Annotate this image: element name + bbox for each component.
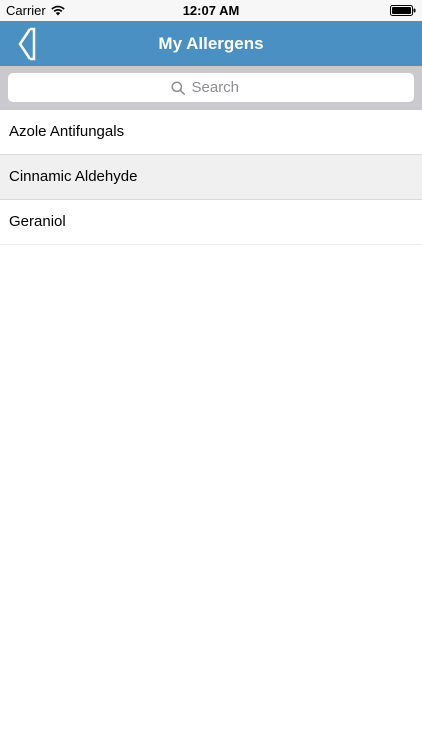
search-bar bbox=[0, 66, 422, 110]
search-field[interactable] bbox=[8, 73, 414, 102]
allergens-screen: Carrier 12:07 AM My Allergens Search Azo… bbox=[0, 0, 422, 750]
allergen-row-geraniol[interactable]: Geraniol bbox=[0, 200, 422, 245]
search-icon bbox=[170, 80, 185, 95]
clock: 12:07 AM bbox=[182, 3, 240, 18]
allergen-row-azole-antifungals[interactable]: Azole Antifungals bbox=[0, 110, 422, 155]
navigation-bar: My Allergens bbox=[0, 21, 422, 66]
search-input[interactable] bbox=[191, 79, 252, 96]
status-bar: Carrier 12:07 AM bbox=[0, 0, 422, 21]
page-title: My Allergens bbox=[158, 34, 264, 53]
allergen-list: Azole Antifungals Cinnamic Aldehyde Gera… bbox=[0, 110, 422, 245]
allergen-row-cinnamic-aldehyde[interactable]: Cinnamic Aldehyde bbox=[0, 155, 422, 200]
battery-icon bbox=[390, 5, 416, 16]
